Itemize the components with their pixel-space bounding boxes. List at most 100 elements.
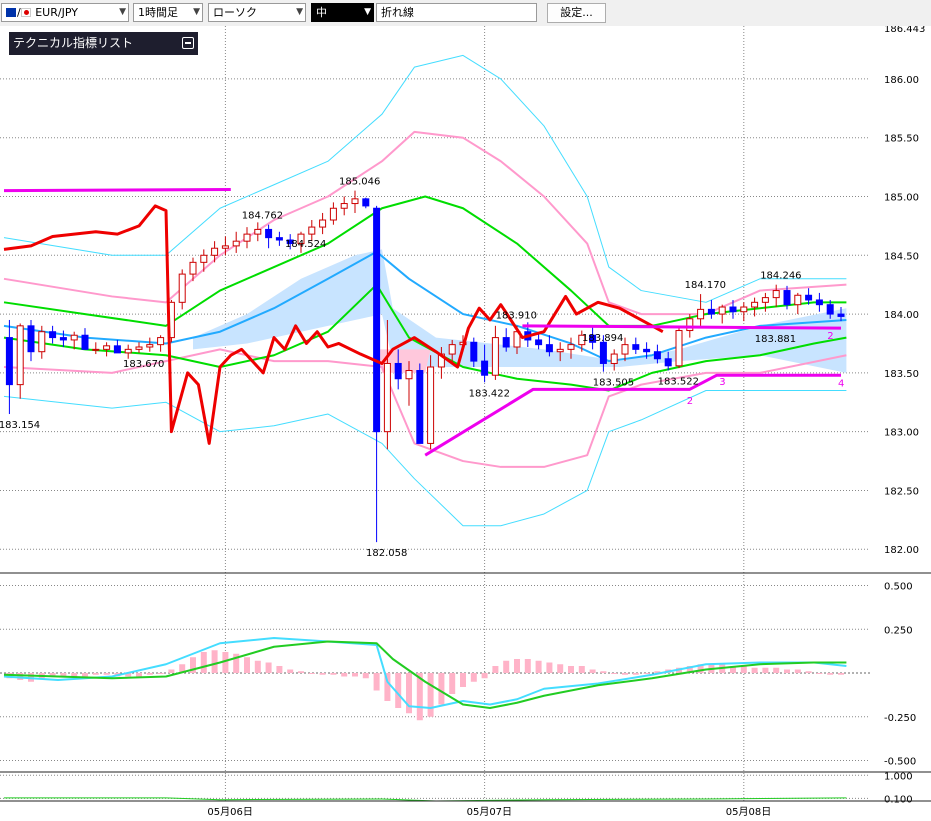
candle-body [254,228,262,235]
x-tick-label: 05月08日 [726,806,771,818]
candle-body [59,337,67,341]
price-label: 184.246 [760,271,801,282]
chart-type-value: ローソク [213,6,257,19]
price-label: 183.881 [755,334,796,345]
eu-flag-icon [6,8,16,17]
candle-body [761,297,769,303]
price-label: 184.762 [242,211,283,222]
candle-body [308,226,316,235]
candle-body [448,344,456,355]
candle-body [837,313,845,317]
chevron-down-icon: ▼ [296,7,303,17]
price-label: 185.046 [339,177,380,188]
macd-histogram-bar [265,662,272,673]
trend-mark: 4 [838,378,844,389]
candle-body [329,207,337,221]
y-tick-label: 185.50 [884,134,919,145]
macd-histogram-bar [503,660,510,673]
price-label: 184.170 [685,280,726,291]
chevron-down-icon: ▼ [193,7,200,17]
timeframe-select[interactable]: 1時間足 ▼ [133,3,203,22]
candle-body [718,306,726,315]
macd-histogram-bar [838,673,844,675]
price-label: 183.422 [469,388,510,399]
candle-body [686,318,694,332]
price-label: 183.522 [658,377,699,388]
macd-histogram-bar [103,673,110,675]
candle-body [805,294,813,301]
candle-body [643,348,651,353]
candle-body [70,334,78,341]
candle-body [815,299,823,306]
macd-histogram-bar [546,662,553,673]
size-select[interactable]: 中 ▼ [311,3,374,22]
y-tick-label: 182.50 [884,486,919,497]
y-top-label: 186.443 [884,26,925,35]
candle-body [481,360,489,376]
macd-histogram-bar [773,667,780,673]
candle-body [232,240,240,247]
macd-histogram-bar [751,667,758,673]
timeframe-value: 1時間足 [138,6,178,19]
macd-histogram-bar [136,673,142,677]
candle-body [178,273,186,303]
macd-histogram-bar [362,673,369,679]
indicator-list-panel[interactable]: テクニカル指標リスト [9,32,198,55]
macd-histogram-bar [330,673,337,675]
candle-body [772,290,780,299]
macd-histogram-bar [632,673,639,675]
price-label: 182.058 [366,548,407,559]
macd-histogram-bar [319,673,326,675]
line-mode-field[interactable]: 折れ線 [376,3,537,22]
candle-body [103,345,111,350]
chevron-down-icon: ▼ [119,7,126,17]
osc-y-tick-label: 1.000 [884,771,913,782]
candle-body [200,254,208,263]
macd-histogram-bar [352,673,358,677]
candle-body [599,341,607,364]
size-value: 中 [316,6,327,19]
macd-histogram-bar [578,666,585,673]
candle-body [27,325,35,353]
x-tick-label: 05月06日 [207,806,252,818]
candle-body [751,301,759,308]
settings-button[interactable]: 設定... [547,3,606,23]
macd-histogram-bar [568,666,574,673]
candle-body [124,348,132,354]
pair-select[interactable]: / EUR/JPY ▼ [1,3,129,22]
macd-histogram-bar [643,673,650,674]
candle-body [707,308,715,315]
candle-body [49,331,57,339]
macd-histogram-bar [611,673,618,674]
macd-histogram-bar [341,673,348,677]
macd-histogram-bar [622,673,628,675]
macd-histogram-bar [157,673,164,674]
chart-type-select[interactable]: ローソク ▼ [208,3,306,22]
y-tick-label: 182.00 [884,545,919,556]
minimize-icon[interactable] [182,37,194,49]
series-sma_short [3,195,847,327]
candle-body [610,353,618,364]
candle-body [135,346,143,350]
y-tick-label: 186.00 [884,75,919,86]
candle-body [5,337,13,386]
y-tick-label: 184.00 [884,310,919,321]
candle-body [556,348,564,353]
price-label: 183.910 [496,311,537,322]
macd-histogram-bar [276,666,283,673]
trend-mark: 2 [687,396,693,407]
macd-histogram-bar [794,669,801,673]
price-label: 183.894 [582,333,623,344]
macd-histogram-bar [92,673,99,675]
osc-y-tick-label: 0.100 [884,794,913,805]
candle-body [38,331,46,353]
x-tick-label: 05月07日 [467,806,512,818]
macd-histogram-bar [427,673,434,717]
candle-body [632,344,640,350]
series-bb_outer_lower [3,390,847,527]
macd-histogram-bar [308,673,315,674]
candle-body [621,344,629,355]
candle-body [373,207,381,433]
macd-histogram-bar [82,673,88,677]
macd-histogram-bar [535,660,542,673]
